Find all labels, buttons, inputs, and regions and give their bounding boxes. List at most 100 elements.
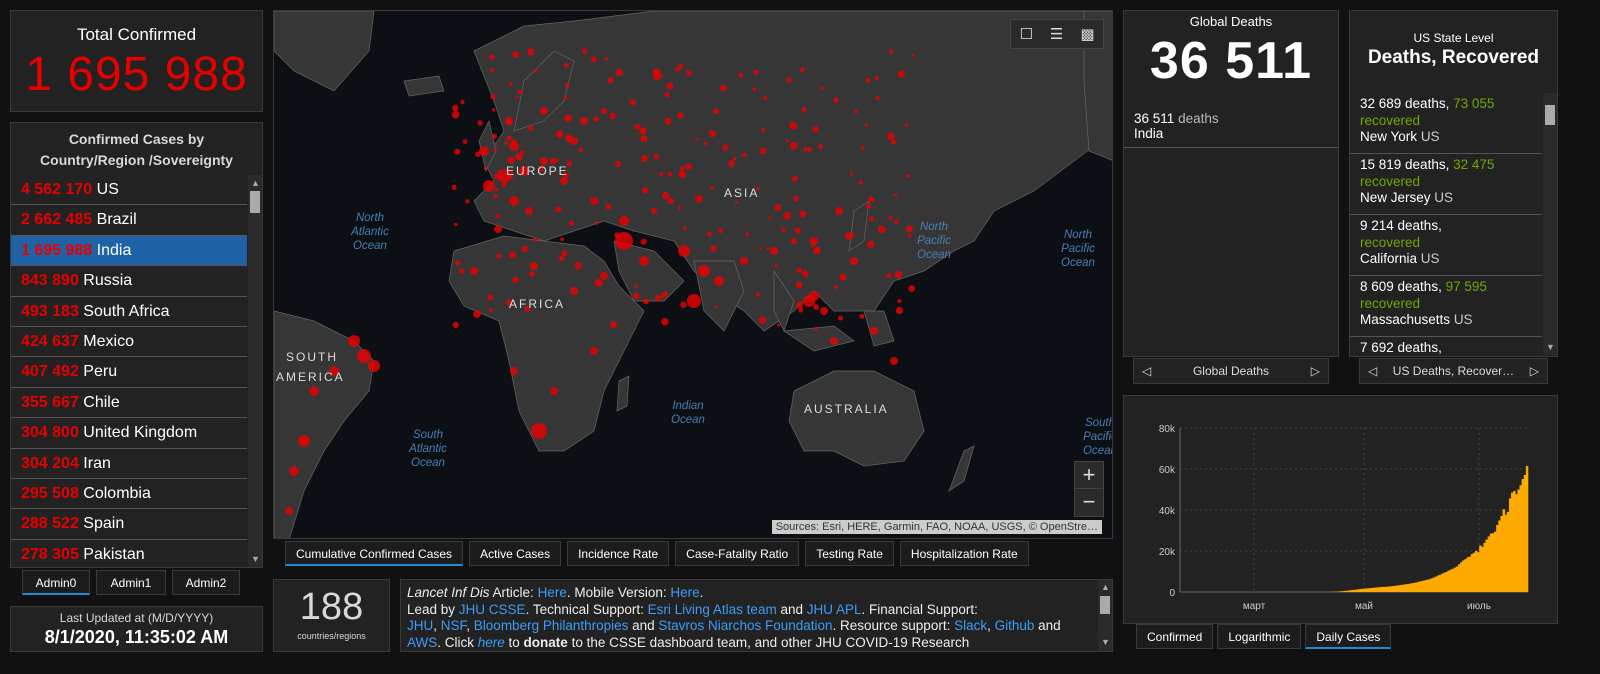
case-marker[interactable]: [639, 256, 649, 266]
list-item[interactable]: 304 800 United Kingdom: [11, 418, 247, 449]
case-marker[interactable]: [858, 180, 863, 185]
case-marker[interactable]: [470, 267, 478, 275]
list-item[interactable]: 304 204 Iran: [11, 449, 247, 479]
list-item[interactable]: 1 695 988 India: [11, 235, 247, 267]
world-map[interactable]: EUROPE ASIA AFRICA SOUTH AMERICA AUSTRAL…: [273, 10, 1113, 539]
case-marker[interactable]: [309, 386, 319, 396]
scroll-thumb[interactable]: [1100, 596, 1110, 614]
tab-cumulative-confirmed[interactable]: Cumulative Confirmed Cases: [285, 541, 464, 566]
list-item[interactable]: 424 637 Mexico: [11, 327, 247, 358]
list-item[interactable]: 8 609 deaths, 97 595 recovered Massachuset…: [1350, 276, 1542, 337]
case-marker[interactable]: [720, 84, 727, 92]
case-marker[interactable]: [614, 232, 621, 239]
list-icon[interactable]: ☰: [1050, 25, 1063, 43]
case-marker[interactable]: [679, 172, 686, 179]
case-marker[interactable]: [564, 82, 570, 88]
list-item[interactable]: 2 662 485 Brazil: [11, 205, 247, 236]
case-marker[interactable]: [680, 301, 687, 308]
case-marker[interactable]: [529, 271, 536, 277]
case-marker[interactable]: [560, 237, 564, 242]
case-marker[interactable]: [664, 291, 668, 296]
case-marker[interactable]: [895, 306, 904, 315]
case-marker[interactable]: [905, 173, 910, 178]
case-marker[interactable]: [348, 335, 360, 347]
case-marker[interactable]: [483, 166, 488, 171]
tab-hospitalization-rate[interactable]: Hospitalization Rate: [899, 541, 1029, 566]
case-marker[interactable]: [803, 295, 815, 307]
case-marker[interactable]: [501, 182, 507, 188]
case-marker[interactable]: [830, 337, 838, 345]
list-item[interactable]: 7 692 deaths, recoveredIllinois US: [1350, 337, 1542, 356]
jhu-apl-link[interactable]: JHU APL: [807, 602, 862, 617]
case-marker[interactable]: [488, 308, 493, 313]
case-marker[interactable]: [452, 321, 459, 329]
jhu-link[interactable]: JHU: [407, 618, 433, 633]
case-marker[interactable]: [654, 294, 662, 302]
case-marker[interactable]: [459, 268, 465, 274]
case-marker[interactable]: [783, 211, 791, 220]
tab-incidence-rate[interactable]: Incidence Rate: [567, 541, 670, 566]
article-link[interactable]: Here: [538, 585, 567, 600]
case-marker[interactable]: [807, 147, 812, 152]
info-scrollbar[interactable]: ▲ ▼: [1098, 580, 1112, 651]
case-marker[interactable]: [491, 108, 496, 112]
scroll-down-icon[interactable]: ▼: [251, 555, 260, 564]
case-marker[interactable]: [791, 238, 797, 244]
scroll-down-icon[interactable]: ▼: [1546, 343, 1555, 352]
case-marker[interactable]: [532, 237, 537, 242]
case-marker[interactable]: [629, 99, 636, 106]
aws-link[interactable]: AWS: [407, 635, 437, 650]
case-marker[interactable]: [285, 507, 293, 515]
case-marker[interactable]: [710, 245, 717, 252]
case-marker[interactable]: [833, 98, 839, 104]
case-marker[interactable]: [677, 206, 682, 210]
case-marker[interactable]: [801, 107, 807, 112]
case-marker[interactable]: [515, 153, 523, 161]
case-marker[interactable]: [494, 225, 502, 234]
case-marker[interactable]: [496, 253, 502, 259]
case-marker[interactable]: [698, 265, 710, 277]
case-marker[interactable]: [875, 96, 880, 100]
case-marker[interactable]: [578, 147, 584, 152]
case-marker[interactable]: [911, 53, 915, 57]
mobile-version-link[interactable]: Here: [670, 585, 699, 600]
case-marker[interactable]: [834, 285, 838, 289]
case-marker[interactable]: [753, 69, 760, 76]
case-marker[interactable]: [685, 70, 692, 76]
case-marker[interactable]: [556, 132, 562, 138]
case-marker[interactable]: [897, 70, 905, 78]
case-marker[interactable]: [565, 134, 573, 142]
case-marker[interactable]: [508, 251, 517, 259]
case-marker[interactable]: [477, 120, 483, 126]
case-marker[interactable]: [533, 68, 538, 73]
case-marker[interactable]: [605, 203, 612, 210]
case-marker[interactable]: [755, 292, 760, 297]
case-marker[interactable]: [610, 321, 617, 329]
map-canvas[interactable]: EUROPE ASIA AFRICA SOUTH AMERICA AUSTRAL…: [274, 11, 1113, 539]
case-marker[interactable]: [790, 141, 798, 150]
list-item[interactable]: 288 522 Spain: [11, 509, 247, 540]
case-marker[interactable]: [786, 77, 792, 83]
case-marker[interactable]: [893, 193, 898, 197]
case-marker[interactable]: [495, 213, 500, 219]
case-marker[interactable]: [590, 197, 598, 205]
case-marker[interactable]: [452, 104, 459, 112]
case-marker[interactable]: [289, 466, 299, 476]
case-marker[interactable]: [722, 144, 729, 151]
case-marker[interactable]: [799, 210, 807, 218]
tab-confirmed[interactable]: Confirmed: [1136, 624, 1214, 649]
zoom-out-button[interactable]: −: [1075, 488, 1103, 515]
list-item[interactable]: 32 689 deaths, 73 055 recovered New York U…: [1350, 93, 1542, 154]
next-icon[interactable]: ▷: [1311, 364, 1320, 378]
case-marker[interactable]: [520, 149, 525, 154]
case-marker[interactable]: [601, 108, 607, 114]
case-marker[interactable]: [531, 423, 547, 439]
case-marker[interactable]: [483, 180, 495, 192]
case-marker[interactable]: [582, 48, 588, 54]
case-marker[interactable]: [493, 194, 498, 199]
case-marker[interactable]: [454, 148, 461, 155]
case-marker[interactable]: [905, 225, 914, 233]
case-marker[interactable]: [555, 206, 562, 213]
case-marker[interactable]: [634, 284, 638, 289]
list-item[interactable]: 295 508 Colombia: [11, 479, 247, 510]
